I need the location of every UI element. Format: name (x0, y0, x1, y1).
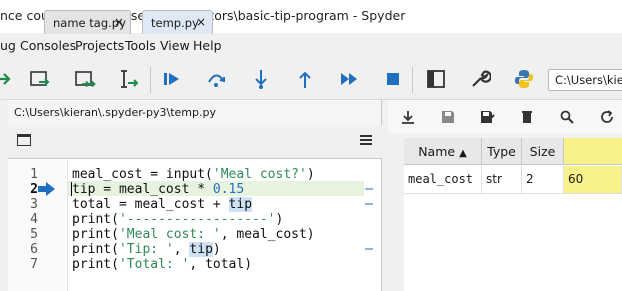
line-number: 5 (30, 227, 38, 242)
menu-view[interactable]: View (160, 38, 190, 53)
menu-bar: ug Consoles Projects Tools View Help (0, 33, 622, 59)
code-token: ) (275, 212, 284, 227)
code-token: , meal_cost) (220, 227, 315, 242)
line-number: 6 (30, 242, 38, 257)
menu-projects[interactable]: Projects (75, 38, 124, 53)
menu-debug[interactable]: ug (0, 38, 16, 53)
column-header-type[interactable]: Type (482, 138, 522, 165)
line-number-gutter: 1 2 3 4 5 6 7 (8, 160, 68, 291)
cell-size[interactable]: 2 (522, 166, 564, 194)
column-label: Name (418, 144, 456, 159)
refresh-icon[interactable] (599, 109, 615, 125)
occurrence-marker (365, 203, 373, 205)
tab-name-tag[interactable]: name tag.py × (44, 10, 131, 34)
code-token: print( (72, 227, 119, 242)
code-token: print( (72, 242, 119, 257)
code-line: print('Meal cost: ', meal_cost) (72, 227, 315, 242)
code-token: ) (306, 167, 315, 182)
code-token: , total) (189, 257, 253, 272)
line-number: 3 (30, 197, 38, 212)
column-header-value[interactable] (564, 138, 622, 165)
line-number: 2 (30, 182, 38, 197)
run-cell-icon[interactable] (28, 67, 52, 91)
working-directory-input[interactable]: C:\Users\kieran (548, 69, 622, 91)
code-line: meal_cost = input('Meal cost?') (72, 167, 315, 182)
close-icon[interactable]: × (114, 15, 124, 29)
line-number: 4 (30, 212, 38, 227)
code-line: print('Tip: ', tip) (72, 242, 221, 257)
browse-tabs-icon[interactable] (17, 134, 31, 146)
code-token: print( (72, 257, 119, 272)
save-as-icon[interactable] (479, 109, 495, 125)
maximize-pane-icon[interactable] (424, 67, 448, 91)
debug-current-line-arrow-icon (38, 182, 55, 196)
step-return-icon[interactable] (293, 67, 317, 91)
run-cell-advance-icon[interactable] (73, 67, 97, 91)
menu-help[interactable]: Help (193, 38, 222, 53)
close-icon[interactable]: × (196, 15, 206, 29)
python-path-icon[interactable] (512, 67, 536, 91)
cell-name[interactable]: meal_cost (404, 166, 482, 194)
code-line: total = meal_cost + tip (72, 197, 253, 212)
run-icon[interactable] (0, 67, 14, 91)
continue-icon[interactable] (337, 67, 361, 91)
tab-label: temp.py (151, 16, 199, 30)
editor-tabbar (8, 125, 382, 159)
variable-table: Name ▲ Type Size meal_cost str 2 60 (404, 138, 622, 291)
main-toolbar (0, 59, 622, 100)
code-line: print('------------------') (72, 212, 283, 227)
stop-icon[interactable] (381, 67, 405, 91)
column-header-name[interactable]: Name ▲ (404, 138, 482, 165)
menu-consoles[interactable]: Consoles (20, 38, 76, 53)
variable-explorer-toolbar (388, 100, 622, 134)
column-header-size[interactable]: Size (522, 138, 564, 165)
string-token: 'Meal cost: ' (118, 227, 221, 242)
occurrence-marker (365, 188, 373, 190)
code-token: tip (72, 182, 96, 197)
code-token: ) (212, 242, 221, 257)
string-token: '------------------' (118, 212, 276, 227)
code-line: tip = meal_cost * 0.15 (72, 182, 244, 197)
step-icon[interactable] (204, 67, 228, 91)
save-icon[interactable] (440, 109, 456, 125)
number-token: 0.15 (212, 182, 245, 197)
line-number: 1 (30, 167, 38, 182)
occurrence-marker (365, 248, 373, 250)
run-selection-icon[interactable] (117, 67, 141, 91)
code-token: = meal_cost * (95, 182, 213, 197)
occurrence-highlight: tip (228, 197, 253, 212)
preferences-icon[interactable] (468, 67, 492, 91)
search-icon[interactable] (559, 109, 575, 125)
code-line: print('Total: ', total) (72, 257, 252, 272)
string-token: 'Total: ' (118, 257, 190, 272)
code-token: , (173, 242, 190, 257)
cell-type[interactable]: str (482, 166, 522, 194)
line-number: 7 (30, 257, 38, 272)
step-into-icon[interactable] (249, 67, 273, 91)
code-token: print( (72, 212, 119, 227)
sort-ascending-icon: ▲ (459, 148, 467, 159)
options-menu-icon[interactable] (360, 135, 372, 145)
menu-tools[interactable]: Tools (125, 38, 156, 53)
string-token: 'Tip: ' (118, 242, 174, 257)
occurrence-highlight: tip (189, 242, 213, 257)
code-token: total = meal_cost + (72, 197, 229, 212)
tab-temp[interactable]: temp.py × (142, 10, 213, 34)
code-token: meal_cost = input( (72, 167, 213, 182)
code-editor[interactable]: 1 2 3 4 5 6 7 meal_cost = input('Meal co… (8, 160, 381, 291)
remove-all-icon[interactable] (519, 109, 535, 125)
import-data-icon[interactable] (400, 109, 416, 125)
cell-value[interactable]: 60 (564, 166, 622, 194)
string-token: 'Meal cost?' (212, 167, 307, 182)
debug-icon[interactable] (160, 67, 184, 91)
editor-filepath: C:\Users\kieran\.spyder-py3\temp.py (8, 101, 381, 125)
